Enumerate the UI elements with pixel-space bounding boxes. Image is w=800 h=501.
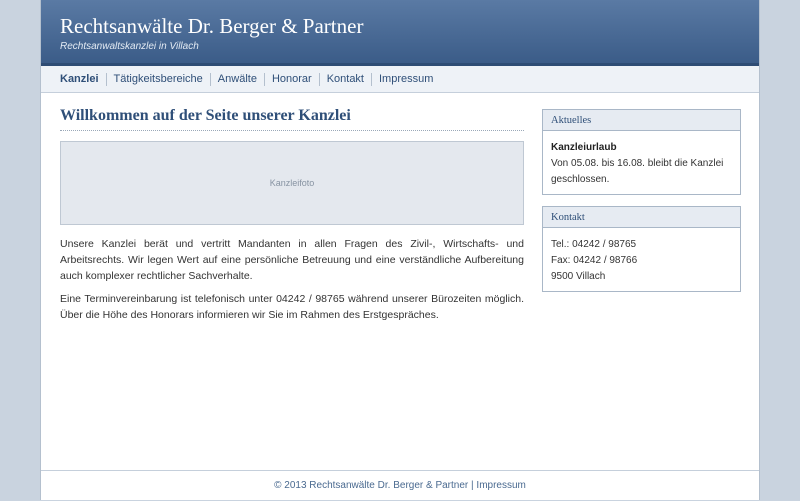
news-text: Von 05.08. bis 16.08. bleibt die Kanzlei… [551,158,724,185]
contact-phone: Tel.: 04242 / 98765 [551,239,637,250]
sidebar: Aktuelles Kanzleiurlaub Von 05.08. bis 1… [542,109,741,303]
site-footer: © 2013 Rechtsanwälte Dr. Berger & Partne… [41,470,759,500]
footer-copyright: © 2013 Rechtsanwälte Dr. Berger & Partne… [274,480,469,491]
contact-city: 9500 Villach [551,271,606,282]
news-box: Aktuelles Kanzleiurlaub Von 05.08. bis 1… [542,109,741,195]
news-box-title: Aktuelles [543,110,740,131]
footer-impressum-link[interactable]: Impressum [476,480,525,491]
contact-box: Kontakt Tel.: 04242 / 98765 Fax: 04242 /… [542,206,741,292]
nav-item-impressum[interactable]: Impressum [371,72,440,86]
contact-fax: Fax: 04242 / 98766 [551,255,638,266]
contact-box-title: Kontakt [543,207,740,228]
photo-label: Kanzleifoto [269,178,315,188]
news-box-body: Kanzleiurlaub Von 05.08. bis 16.08. blei… [543,131,740,194]
site-subtitle: Rechtsanwaltskanzlei in Villach [60,41,199,52]
page-heading: Willkommen auf der Seite unserer Kanzlei [60,107,524,131]
footer-separator: | [471,480,474,491]
contact-box-body: Tel.: 04242 / 98765 Fax: 04242 / 98766 9… [543,228,740,291]
news-headline: Kanzleiurlaub [551,142,617,153]
nav-item-anwaelte[interactable]: Anwälte [209,72,264,86]
main-content: Willkommen auf der Seite unserer Kanzlei… [60,107,524,323]
nav-item-kontakt[interactable]: Kontakt [318,72,371,86]
office-photo-placeholder: Kanzleifoto [60,141,524,225]
appointment-paragraph: Eine Terminvereinbarung ist telefonisch … [60,293,524,321]
site-title: Rechtsanwälte Dr. Berger & Partner [60,14,364,38]
intro-paragraph: Unsere Kanzlei berät und vertritt Mandan… [60,238,524,282]
nav-item-honorar[interactable]: Honorar [263,72,319,86]
nav-item-kanzlei[interactable]: Kanzlei [60,73,106,86]
nav-item-taetigkeitsbereiche[interactable]: Tätigkeitsbereiche [105,72,210,86]
page-container: Rechtsanwälte Dr. Berger & Partner Recht… [40,0,760,500]
main-navigation: Kanzlei Tätigkeitsbereiche Anwälte Honor… [41,66,759,93]
site-header: Rechtsanwälte Dr. Berger & Partner Recht… [41,0,759,66]
